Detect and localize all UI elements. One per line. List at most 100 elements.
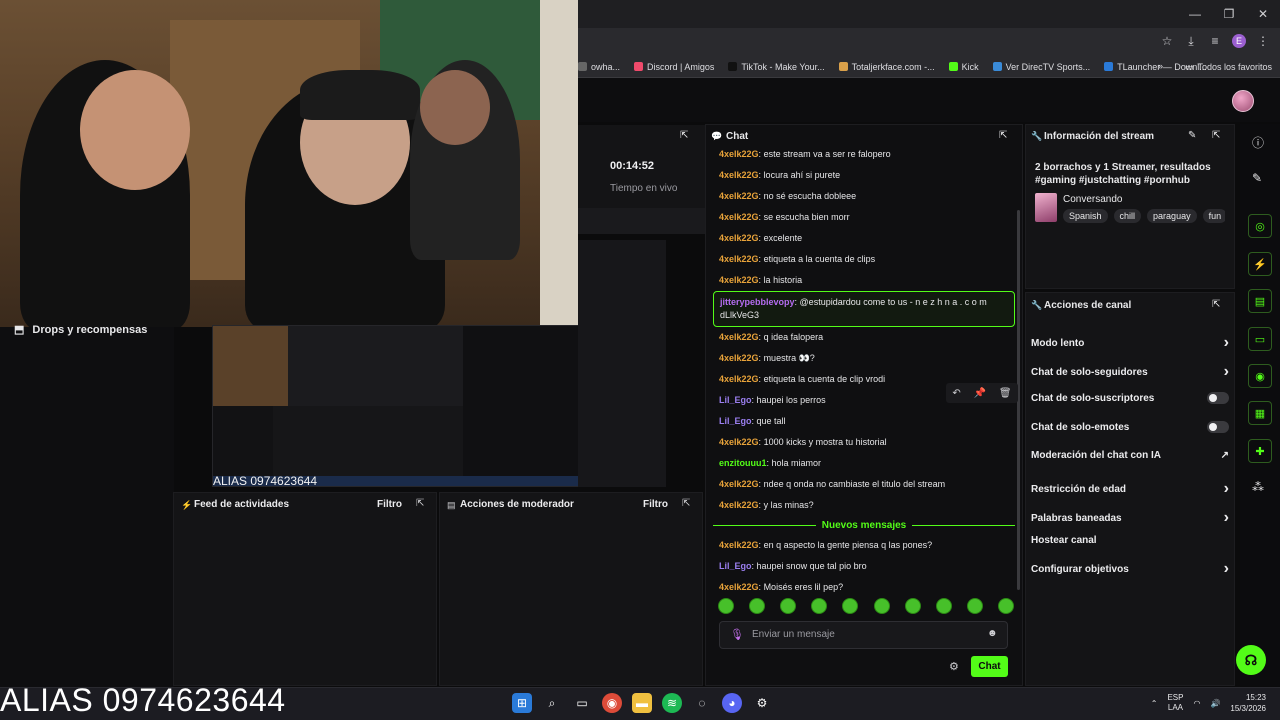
chat-username[interactable]: 4xelk22G [719,149,759,159]
expand-icon[interactable]: ⇱ [680,130,688,141]
chat-message[interactable]: 4xelk22G: 1000 kicks y mostra tu histori… [713,432,1015,453]
toggle-switch[interactable] [1207,421,1229,433]
chat-username[interactable]: 4xelk22G [719,212,759,222]
chat-username[interactable]: 4xelk22G [719,479,759,489]
bookmark-item[interactable]: Ver DirecTV Sports... [992,62,1090,72]
emote-icon[interactable] [873,598,890,614]
expand-icon[interactable]: ⇱ [999,130,1007,141]
chat-username[interactable]: 4xelk22G [719,254,759,264]
emote-icon[interactable] [780,598,797,614]
clock[interactable]: 15:23 15/3/2026 [1230,692,1266,714]
chat-username[interactable]: Lil_Ego [719,416,752,426]
stream-tag[interactable]: fun [1202,209,1225,223]
download-icon[interactable]: ⤓ [1182,32,1200,50]
search-icon[interactable]: ⌕ [542,693,562,713]
bookmark-item[interactable]: owha... [578,62,620,72]
bookmark-item[interactable]: TikTok - Make Your... [728,62,825,72]
chat-message[interactable]: 4xelk22G: excelente [713,228,1015,249]
stack-icon[interactable]: ▦ [1248,401,1272,425]
nodes-icon[interactable]: ⁂ [1252,480,1264,494]
task-view-icon[interactable]: ▭ [572,693,592,713]
chat-message[interactable]: 4xelk22G: y las minas? [713,495,1015,516]
clip-icon[interactable]: ◎ [1248,214,1272,238]
chat-username[interactable]: 4xelk22G [719,233,759,243]
settings-icon[interactable]: ⚙ [752,693,772,713]
chat-message[interactable]: 4xelk22G: muestra 👀? [713,348,1015,369]
chat-username[interactable]: Lil_Ego [719,561,752,571]
bolt-icon[interactable]: ⚡ [1248,252,1272,276]
mod-filter-button[interactable]: Filtro [643,499,668,510]
broadcast-icon[interactable]: ◉ [1248,364,1272,388]
discord-icon[interactable]: ◕ [722,693,742,713]
chat-message[interactable]: 4xelk22G: ndee q onda no cambiaste el ti… [713,474,1015,495]
channel-action-row[interactable]: Modo lento › [1031,334,1229,352]
chat-username[interactable]: 4xelk22G [719,437,759,447]
bookmark-item[interactable]: Discord | Amigos [634,62,714,72]
close-icon[interactable]: ✕ [1246,0,1280,28]
chat-username[interactable]: 4xelk22G [719,353,759,363]
chat-username[interactable]: 4xelk22G [719,540,759,550]
chat-username[interactable]: 4xelk22G [719,332,759,342]
emote-icon[interactable] [997,598,1014,614]
stream-tag[interactable]: paraguay [1147,209,1197,223]
channel-action-row[interactable]: Moderación del chat con IA ↗ [1031,450,1229,461]
emote-icon[interactable] [904,598,921,614]
channel-action-row[interactable]: Chat de solo-emotes [1031,421,1229,433]
channel-action-row[interactable]: Hostear canal [1031,535,1229,546]
gear-icon[interactable]: ⚙ [949,660,959,673]
send-chat-button[interactable]: Chat [971,656,1008,677]
emote-icon[interactable] [749,598,766,614]
edit-icon[interactable]: ✎ [1188,130,1196,141]
chat-message[interactable]: 4xelk22G: no sé escucha dobleee [713,186,1015,207]
chat-message[interactable]: 4xelk22G: locura ahí si purete [713,165,1015,186]
chat-message[interactable]: 4xelk22G: en q aspecto la gente piensa q… [713,535,1015,556]
restore-icon[interactable]: ❐ [1212,0,1246,28]
emote-icon[interactable] [966,598,983,614]
chevron-right-icon[interactable]: › [1224,363,1229,381]
windows-start-icon[interactable]: ⊞ [512,693,532,713]
chat-username[interactable]: enzitouuu1 [719,458,767,468]
bookmark-item[interactable]: Totaljerkface.com -... [838,62,935,72]
chat-message[interactable]: 4xelk22G: se escucha bien morr [713,207,1015,228]
menu-icon[interactable]: ⋮ [1254,32,1272,50]
chat-message[interactable]: enzitouuu1: hola miamor [713,453,1015,474]
emote-icon[interactable] [935,598,952,614]
reply-icon[interactable]: ↶ [952,388,960,399]
bookmark-item[interactable]: Kick [948,62,979,72]
chat-username[interactable]: 4xelk22G [719,500,759,510]
chat-message[interactable]: jitterypebblevopy: @estupidardou come to… [713,291,1015,327]
chevron-up-icon[interactable]: ⌃ [1151,699,1158,708]
chat-message[interactable]: 4xelk22G: q idea falopera [713,327,1015,348]
channel-action-row[interactable]: Chat de solo-seguidores › [1031,363,1229,381]
emote-icon[interactable] [718,598,734,614]
star-icon[interactable]: ☆ [1158,32,1176,50]
drops-menu-item[interactable]: ⬒ Drops y recompensas [14,323,147,337]
emoji-icon[interactable]: ☻ [987,628,998,639]
channel-action-row[interactable]: Restricción de edad › [1031,480,1229,498]
folder-icon[interactable]: ▬ [632,693,652,713]
chat-message[interactable]: Lil_Ego: haupei snow que tal pio bro [713,556,1015,577]
channel-action-row[interactable]: Configurar objetivos › [1031,560,1229,578]
chevron-right-icon[interactable]: › [1224,334,1229,352]
minimize-icon[interactable]: — [1178,0,1212,28]
pin-icon[interactable]: 📌 [974,388,986,399]
info-icon[interactable]: ⓘ [1252,134,1264,151]
support-icon[interactable]: ☊ [1236,645,1266,675]
expand-icon[interactable]: ⇱ [1212,130,1220,141]
media-icon[interactable]: ≡ [1206,32,1224,50]
chat-username[interactable]: 4xelk22G [719,275,759,285]
steam-icon[interactable]: ◌ [692,693,712,713]
pencil-icon[interactable]: ✎ [1252,171,1262,185]
chat-message[interactable]: 4xelk22G: Moisés eres lil pep? [713,577,1015,592]
spotify-icon[interactable]: ≋ [662,693,682,713]
chat-username[interactable]: 4xelk22G [719,191,759,201]
list-icon[interactable]: ▤ [1248,289,1272,313]
delete-icon[interactable]: 🗑 [999,388,1012,399]
emote-icon[interactable] [842,598,859,614]
chevron-right-icon[interactable]: › [1224,560,1229,578]
wifi-icon[interactable]: ◠ [1193,699,1200,708]
volume-icon[interactable]: 🔊 [1210,699,1220,708]
microphone-icon[interactable]: 🎙 [730,628,744,641]
chat-message[interactable]: 4xelk22G: la historia [713,270,1015,291]
chat-icon[interactable]: ▭ [1248,327,1272,351]
